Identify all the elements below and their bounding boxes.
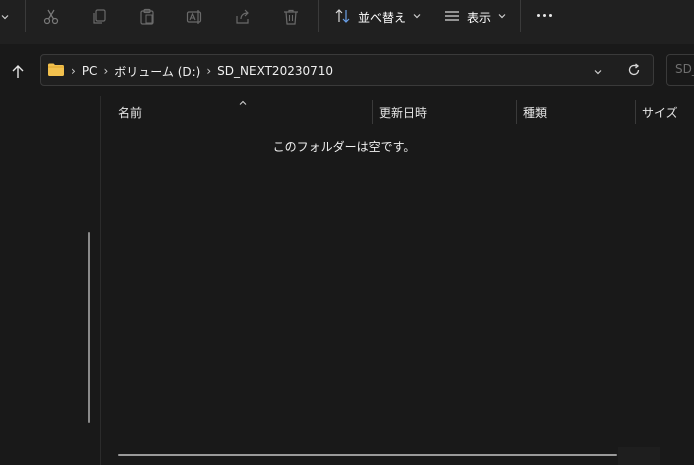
copy-icon [90, 8, 108, 26]
share-icon [234, 8, 252, 26]
toolbar-divider [25, 0, 26, 32]
breadcrumb-item-folder[interactable]: SD_NEXT20230710 [217, 64, 333, 78]
breadcrumb-item-volume[interactable]: ボリューム (D:) [114, 63, 200, 80]
horizontal-scrollbar[interactable] [118, 454, 617, 456]
column-header-type[interactable]: 種類 [523, 96, 547, 128]
rename-icon [186, 8, 204, 26]
search-input[interactable]: SD_ [666, 54, 694, 86]
sort-button[interactable]: 並べ替え [334, 6, 422, 28]
column-divider[interactable] [516, 100, 517, 124]
navigation-pane [0, 96, 101, 465]
chevron-down-icon [412, 10, 422, 24]
cut-button[interactable] [42, 6, 60, 28]
column-header-size[interactable]: サイズ [642, 96, 678, 128]
empty-folder-message: このフォルダーは空です。 [272, 140, 416, 154]
new-dropdown-chevron[interactable] [0, 6, 10, 28]
sort-ascending-icon [238, 96, 248, 110]
breadcrumb-item-pc[interactable]: PC [82, 64, 98, 78]
view-icon [443, 7, 461, 28]
column-header-modified[interactable]: 更新日時 [379, 96, 427, 128]
column-header-type-label: 種類 [523, 105, 548, 120]
chevron-right-icon[interactable]: › [206, 64, 211, 78]
arrow-up-icon [10, 65, 26, 83]
cut-icon [42, 8, 60, 26]
scrollbar-corner [618, 447, 660, 465]
paste-icon [138, 8, 156, 26]
address-history-button[interactable] [593, 66, 603, 80]
sort-icon [334, 7, 352, 28]
refresh-icon [627, 63, 641, 80]
chevron-right-icon: › [71, 64, 76, 78]
navigation-scrollbar[interactable] [88, 232, 90, 423]
file-list-pane: 名前 更新日時 種類 サイズ このフォルダーは空です。 [101, 96, 694, 465]
command-bar: 並べ替え 表示 [0, 0, 694, 45]
breadcrumb: › PC › ボリューム (D:) › SD_NEXT20230710 [47, 62, 333, 80]
column-divider[interactable] [372, 100, 373, 124]
address-bar[interactable]: › PC › ボリューム (D:) › SD_NEXT20230710 [40, 54, 654, 86]
chevron-down-icon [497, 10, 507, 24]
column-header-name[interactable]: 名前 [118, 96, 142, 128]
toolbar-divider [520, 0, 521, 32]
folder-icon [47, 62, 65, 80]
up-button[interactable] [10, 64, 26, 83]
chevron-down-icon [593, 66, 603, 80]
view-button[interactable]: 表示 [443, 6, 507, 28]
paste-button[interactable] [138, 6, 156, 28]
column-header-name-label: 名前 [118, 105, 143, 120]
share-button[interactable] [234, 6, 252, 28]
rename-button[interactable] [186, 6, 204, 28]
address-row: › PC › ボリューム (D:) › SD_NEXT20230710 SD_ [0, 44, 694, 96]
toolbar-divider [318, 0, 319, 32]
chevron-down-icon [0, 12, 10, 22]
search-placeholder: SD_ [675, 62, 694, 76]
sort-label: 並べ替え [358, 10, 407, 25]
refresh-button[interactable] [627, 63, 641, 80]
column-divider[interactable] [635, 100, 636, 124]
copy-button[interactable] [90, 6, 108, 28]
delete-button[interactable] [282, 6, 300, 28]
view-label: 表示 [467, 10, 492, 25]
column-header-modified-label: 更新日時 [379, 105, 428, 120]
chevron-right-icon[interactable]: › [103, 64, 108, 78]
column-header-size-label: サイズ [642, 105, 678, 120]
more-icon[interactable] [537, 14, 552, 17]
delete-icon [282, 8, 300, 26]
